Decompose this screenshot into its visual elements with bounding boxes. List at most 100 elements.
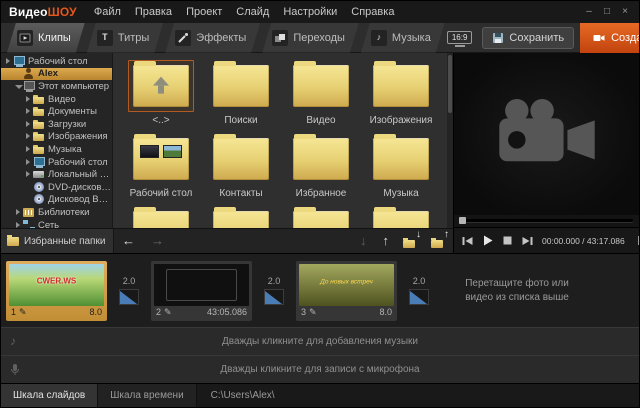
tree-item-label: Изображения [48, 131, 108, 142]
up-arrow-icon [153, 77, 169, 94]
folder-tile[interactable]: Рабочий стол [123, 133, 199, 200]
tree-item[interactable]: Загрузки [1, 118, 112, 131]
favorite-folders-button[interactable]: Избранные папки [1, 229, 114, 253]
tab-slide-scale[interactable]: Шкала слайдов [1, 384, 98, 407]
microphone-track[interactable]: Дважды кликните для записи с микрофона [1, 355, 639, 383]
edit-slide-icon[interactable]: ✎ [164, 308, 172, 317]
play-button[interactable] [480, 233, 495, 249]
folder-tile[interactable]: Музыка [363, 133, 439, 200]
folder-tile[interactable] [123, 206, 199, 228]
expander-icon[interactable] [24, 95, 33, 104]
folder-iconbox [288, 60, 354, 112]
folder-tile[interactable]: Избранное [283, 133, 359, 200]
music-track[interactable]: ♪ Дважды кликните для добавления музыки [1, 327, 639, 355]
folder-tile[interactable]: Поиски [203, 60, 279, 127]
folder-tile[interactable]: <..> [123, 60, 199, 127]
fullscreen-button[interactable] [635, 233, 640, 249]
prev-frame-button[interactable] [460, 233, 475, 249]
folder-tile[interactable]: Изображения [363, 60, 439, 127]
open-folder-up-button[interactable]: ↑ [430, 233, 448, 249]
thumbnail-text: СWER.WS [37, 277, 77, 286]
big-folder-icon [293, 65, 349, 107]
edit-slide-icon[interactable]: ✎ [19, 308, 27, 317]
close-button[interactable]: × [617, 2, 633, 22]
expander-icon[interactable] [24, 120, 33, 129]
next-frame-button[interactable] [520, 233, 535, 249]
menu-item[interactable]: Проект [179, 1, 229, 23]
scrollbar[interactable] [447, 53, 453, 228]
expander-icon[interactable] [14, 208, 23, 217]
tree-item[interactable]: Библиотеки [1, 206, 112, 219]
timeline-slide[interactable]: До новых встреч 3 ✎ 8.0 [296, 261, 397, 321]
folder-tile[interactable]: Видео [283, 60, 359, 127]
expander-icon[interactable] [4, 57, 13, 66]
aspect-ratio-indicator[interactable]: 16:9 [447, 31, 473, 44]
save-button[interactable]: Сохранить [482, 27, 574, 49]
tree-item[interactable]: Сеть [1, 219, 112, 228]
back-button[interactable]: ← [114, 229, 143, 253]
tab-clips[interactable]: Клипы [7, 23, 85, 53]
folder-grid-panel: <..>ПоискиВидеоИзображения Рабочий столКо… [113, 53, 453, 228]
transition-duration: 2.0 [268, 276, 281, 286]
big-folder-icon [373, 211, 429, 228]
big-folder-icon [213, 65, 269, 107]
tab-effects[interactable]: Эффекты [165, 23, 260, 53]
tree-item[interactable]: Рабочий стол [1, 55, 112, 68]
timeline-slide[interactable]: СWER.WS 1 ✎ 8.0 [6, 261, 107, 321]
folder-tile[interactable] [203, 206, 279, 228]
edit-slide-icon[interactable]: ✎ [309, 308, 317, 317]
tab-time-scale[interactable]: Шкала времени [98, 384, 196, 407]
timeline-transition[interactable]: 2.0 [112, 276, 146, 305]
forward-button[interactable]: → [143, 229, 172, 253]
expander-icon[interactable] [24, 145, 33, 154]
menu-item[interactable]: Правка [128, 1, 179, 23]
menu-item[interactable]: Справка [344, 1, 401, 23]
folder-tile[interactable] [283, 206, 359, 228]
slide-footer: 3 ✎ 8.0 [299, 306, 394, 318]
tab-transitions[interactable]: Переходы [262, 23, 359, 53]
tab-music[interactable]: ♪ Музыка [361, 23, 445, 53]
expander-icon[interactable] [24, 132, 33, 141]
tree-item-label: Локальный диск (C:) [48, 169, 112, 180]
minimize-button[interactable]: – [581, 2, 597, 22]
app-logo-show: ШОУ [48, 5, 77, 19]
menu-item[interactable]: Файл [87, 1, 128, 23]
tree-item[interactable]: DVD-дисковод (D:) [1, 181, 112, 194]
maximize-button[interactable]: □ [599, 2, 615, 22]
tree-item[interactable]: Дисковод BD-ROM [1, 194, 112, 207]
menu-item[interactable]: Настройки [276, 1, 344, 23]
seek-thumb[interactable] [459, 217, 466, 224]
timeline-transition[interactable]: 2.0 [257, 276, 291, 305]
move-down-button[interactable]: ↓ [352, 229, 375, 253]
status-bar: Шкала слайдов Шкала времени C:\Users\Ale… [1, 383, 639, 407]
folder-icon [33, 94, 45, 105]
folder-tile[interactable]: Контакты [203, 133, 279, 200]
tree-item[interactable]: Локальный диск (C:) [1, 168, 112, 181]
tab-titles[interactable]: T Титры [87, 23, 163, 53]
expander-icon[interactable] [14, 221, 23, 228]
drive-icon [33, 169, 45, 180]
expander-icon[interactable] [24, 107, 33, 116]
create-button[interactable]: Создать [580, 23, 640, 53]
tree-item[interactable]: Этот компьютер [1, 80, 112, 93]
timeline-slide[interactable]: 2 ✎ 43:05.086 [151, 261, 252, 321]
expander-icon[interactable] [24, 158, 33, 167]
tree-item[interactable]: Документы [1, 105, 112, 118]
preview-panel: 00:00.000 / 43:17.086 [453, 53, 639, 253]
add-all-to-project-button[interactable]: ↓ [402, 233, 420, 249]
expander-icon[interactable] [14, 82, 23, 91]
big-folder-icon [213, 211, 269, 228]
expander-icon[interactable] [24, 170, 33, 179]
timeline-transition[interactable]: 2.0 [402, 276, 436, 305]
tree-item[interactable]: Видео [1, 93, 112, 106]
scrollbar-thumb[interactable] [448, 55, 452, 113]
tree-item[interactable]: Alex [1, 68, 112, 81]
tree-item[interactable]: Рабочий стол [1, 156, 112, 169]
menu-item[interactable]: Слайд [229, 1, 276, 23]
tree-item[interactable]: Изображения [1, 131, 112, 144]
seek-bar[interactable] [454, 215, 639, 227]
move-up-button[interactable]: ↑ [375, 229, 398, 253]
tree-item[interactable]: Музыка [1, 143, 112, 156]
stop-button[interactable] [500, 233, 515, 249]
folder-tile[interactable] [363, 206, 439, 228]
